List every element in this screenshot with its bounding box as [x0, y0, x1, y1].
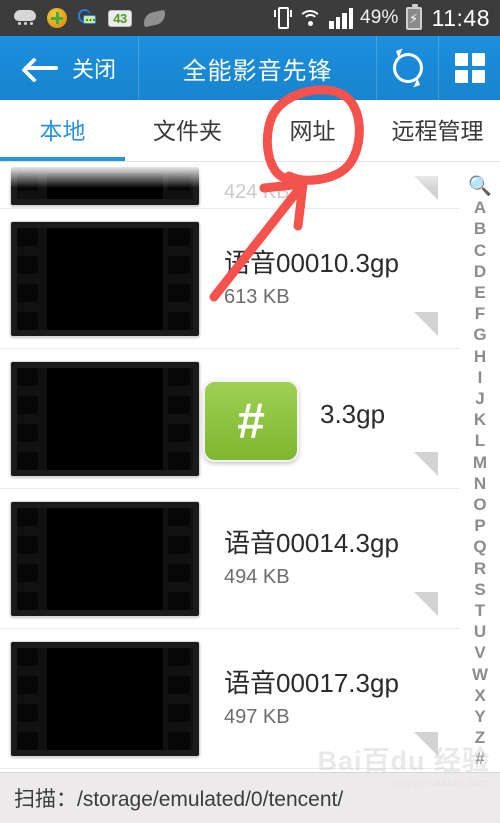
row-corner-marker — [414, 732, 438, 756]
list-item-meta: 语音00014.3gp 494 KB — [224, 528, 399, 589]
index-letter-n[interactable]: N — [474, 473, 486, 494]
tab-bar: 本地 文件夹 网址 远程管理 — [0, 100, 500, 162]
index-letter-a[interactable]: A — [474, 197, 486, 218]
index-hash-bubble: # — [203, 380, 299, 462]
app-header: 关闭 全能影音先锋 — [0, 36, 500, 100]
index-letter-z[interactable]: Z — [475, 727, 485, 748]
file-size: 497 KB — [224, 706, 290, 729]
file-name: 语音00014.3gp — [224, 527, 399, 558]
tab-local[interactable]: 本地 — [0, 101, 125, 161]
signal-icon — [329, 7, 353, 29]
index-letter-i[interactable]: I — [478, 367, 483, 388]
index-letter-w[interactable]: W — [472, 664, 488, 685]
close-button-label: 关闭 — [72, 57, 117, 82]
file-name: 语音00017.3gp — [224, 667, 399, 698]
page-title: 全能影音先锋 — [182, 57, 333, 85]
alphabet-index-bar[interactable]: 🔍 A B C D E F G H I J K L M N O P Q R S … — [460, 162, 500, 772]
index-letter-j[interactable]: J — [475, 388, 484, 409]
file-size: 613 KB — [224, 286, 290, 309]
index-letter-v[interactable]: V — [474, 642, 485, 663]
index-letter-h[interactable]: H — [474, 346, 486, 367]
index-letter-q[interactable]: Q — [473, 536, 486, 557]
app-root: 43 49% ⚡ 11:48 关闭 全能影音先锋 本地 文件夹 网址 远程管理 … — [0, 0, 500, 823]
index-letter-o[interactable]: O — [473, 494, 486, 515]
video-thumbnail — [10, 220, 200, 337]
refresh-icon — [392, 53, 423, 83]
index-letter-r[interactable]: R — [474, 558, 486, 579]
index-hash-bubble-label: # — [237, 393, 265, 449]
refresh-button[interactable] — [376, 36, 438, 100]
row-corner-marker — [414, 592, 438, 616]
row-corner-marker — [414, 312, 438, 336]
wifi-icon — [298, 9, 322, 27]
row-corner-marker — [414, 176, 438, 200]
tab-folder[interactable]: 文件夹 — [125, 101, 250, 161]
status-bar-right-icons: 49% ⚡ 11:48 — [274, 3, 490, 32]
list-item[interactable]: 语音00017.3gp 497 KB — [0, 629, 460, 769]
badge-43-icon: 43 — [108, 9, 132, 27]
vibrate-icon — [274, 7, 292, 29]
file-name: 语音00010.3gp — [224, 247, 399, 278]
index-letter-k[interactable]: K — [474, 409, 486, 430]
index-letter-f[interactable]: F — [475, 303, 485, 324]
battery-charging-glyph: ⚡ — [409, 10, 419, 26]
index-letter-p[interactable]: P — [474, 515, 485, 536]
close-button[interactable]: 关闭 — [0, 36, 140, 100]
back-arrow-icon — [24, 57, 58, 79]
index-letter-s[interactable]: S — [474, 579, 485, 600]
index-letter-hash[interactable]: # — [475, 748, 484, 769]
list-item-meta: 语音00017.3gp 497 KB — [224, 668, 399, 729]
index-letter-y[interactable]: Y — [474, 706, 485, 727]
file-name: 3.3gp — [320, 399, 386, 430]
index-letter-l[interactable]: L — [475, 430, 485, 451]
plus-circle-icon — [47, 8, 67, 28]
video-thumbnail — [10, 360, 200, 477]
index-letter-x[interactable]: X — [474, 685, 485, 706]
badge-43-value: 43 — [113, 10, 127, 26]
battery-icon: ⚡ — [405, 3, 422, 30]
tab-active-underline — [0, 157, 125, 161]
scan-path-footer: 扫描：/storage/emulated/0/tencent/ — [0, 772, 500, 823]
index-letter-b[interactable]: B — [474, 218, 486, 239]
video-thumbnail — [10, 500, 200, 617]
list-item[interactable]: 语音00010.3gp 613 KB — [0, 209, 460, 349]
index-letter-u[interactable]: U — [474, 621, 486, 642]
tab-url[interactable]: 网址 — [250, 101, 375, 161]
list-item[interactable]: 424 KB — [0, 162, 460, 209]
row-corner-marker — [414, 452, 438, 476]
index-letter-t[interactable]: T — [475, 600, 485, 621]
grid-icon — [454, 53, 485, 83]
list-item-meta: 语音00010.3gp 613 KB — [224, 248, 399, 309]
index-letter-g[interactable]: G — [473, 324, 486, 345]
clock: 11:48 — [431, 4, 490, 31]
file-size: 494 KB — [224, 566, 290, 589]
file-size: 424 KB — [224, 181, 290, 203]
status-bar-left-icons: 43 — [14, 8, 168, 28]
video-thumbnail — [10, 640, 200, 757]
cloud-icon — [14, 10, 36, 26]
scan-path-text: 扫描：/storage/emulated/0/tencent/ — [14, 788, 344, 811]
index-letter-d[interactable]: D — [474, 261, 486, 282]
file-list[interactable]: 424 KB 语音00010.3gp 613 KB 3.3gp 语音00014.… — [0, 162, 460, 772]
video-thumbnail — [10, 166, 200, 206]
index-letter-m[interactable]: M — [473, 452, 487, 473]
battery-percent: 49% — [360, 7, 399, 28]
leaf-icon — [141, 9, 168, 27]
grid-view-button[interactable] — [438, 36, 500, 100]
status-bar: 43 49% ⚡ 11:48 — [0, 0, 500, 36]
list-item-meta: 424 KB — [224, 181, 290, 208]
list-item[interactable]: 语音00014.3gp 494 KB — [0, 489, 460, 629]
index-letter-e[interactable]: E — [474, 282, 485, 303]
header-actions — [376, 36, 500, 100]
message-lock-icon — [78, 8, 97, 28]
tab-remote-management[interactable]: 远程管理 — [375, 101, 500, 161]
search-icon[interactable]: 🔍 — [468, 176, 492, 197]
index-letter-c[interactable]: C — [474, 240, 486, 261]
